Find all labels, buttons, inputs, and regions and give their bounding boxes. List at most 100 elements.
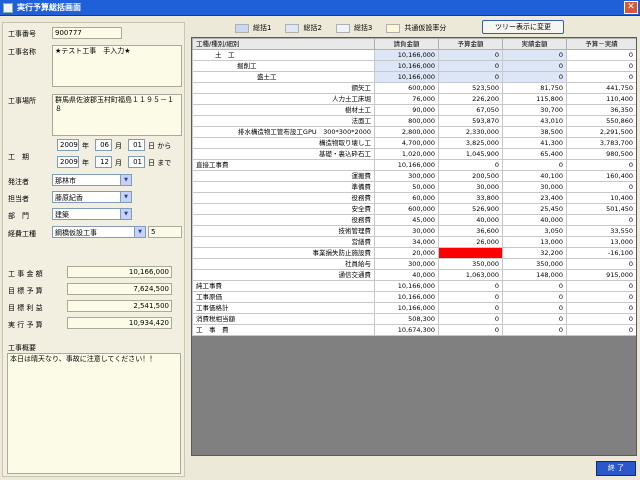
table-row[interactable]: 準備費 50,000 30,000 30,000 0 (192, 181, 636, 193)
row-value-cell[interactable]: 10,400 (566, 192, 636, 204)
row-value-cell[interactable]: 4,700,000 (374, 137, 439, 149)
to-day-field[interactable]: 01 (128, 156, 145, 168)
row-value-cell[interactable]: 33,800 (438, 192, 503, 204)
table-row[interactable]: 人力土工床堀 76,000 226,200 115,800 110,400 (192, 93, 636, 105)
koji-basho-field[interactable]: 群馬県佐波郡玉村町福島１１９５－１８ (52, 94, 182, 136)
row-value-cell[interactable]: 30,000 (374, 225, 439, 237)
table-row[interactable]: 盛土工 10,166,000 0 0 0 (192, 71, 636, 83)
row-value-cell[interactable]: 0 (502, 291, 567, 303)
table-row[interactable]: 純工事費 10,166,000 0 0 0 (192, 280, 636, 292)
row-value-cell[interactable]: 1,020,000 (374, 148, 439, 160)
row-value-cell[interactable]: 593,870 (438, 115, 503, 127)
row-value-cell[interactable]: 90,000 (374, 104, 439, 116)
koji-bango-field[interactable]: 900777 (52, 27, 122, 39)
row-value-cell[interactable]: 38,500 (502, 126, 567, 138)
column-header-contract[interactable]: 請負金額 (374, 38, 439, 50)
row-value-cell[interactable]: 0 (566, 60, 636, 72)
row-value-cell[interactable]: 10,166,000 (374, 291, 439, 303)
row-value-cell[interactable]: 16,100 (438, 247, 503, 259)
row-value-cell[interactable]: 0 (438, 291, 503, 303)
row-value-cell[interactable]: 600,000 (374, 203, 439, 215)
row-value-cell[interactable]: 3,050 (502, 225, 567, 237)
table-row[interactable]: 排水構造物工管布設工GPU 300*300*2000 2,800,000 2,330… (192, 126, 636, 138)
hatchusha-select[interactable]: 那林市 ▼ (52, 174, 132, 186)
row-value-cell[interactable]: 508,300 (374, 313, 439, 325)
table-row[interactable]: 法面工 800,000 593,870 43,010 550,860 (192, 115, 636, 127)
tantosha-select[interactable]: 藤原紀香 ▼ (52, 191, 132, 203)
from-year-field[interactable]: 2009 (57, 139, 79, 151)
row-value-cell[interactable]: 300,000 (374, 258, 439, 270)
row-value-cell[interactable]: 980,500 (566, 148, 636, 160)
row-value-cell[interactable]: 550,860 (566, 115, 636, 127)
row-value-cell[interactable]: 0 (502, 159, 567, 171)
row-value-cell[interactable]: 160,400 (566, 170, 636, 182)
row-value-cell[interactable]: 25,450 (502, 203, 567, 215)
row-value-cell[interactable]: 0 (502, 60, 567, 72)
row-value-cell[interactable]: 10,166,000 (374, 60, 439, 72)
table-row[interactable]: 基礎・裏込砕石工 1,020,000 1,045,900 65,400 980,500 (192, 148, 636, 160)
table-row[interactable]: 安全費 600,000 526,900 25,450 501,450 (192, 203, 636, 215)
from-day-field[interactable]: 01 (128, 139, 145, 151)
row-value-cell[interactable]: 10,674,300 (374, 324, 439, 336)
bumon-select[interactable]: 建築 ▼ (52, 208, 132, 220)
row-value-cell[interactable]: 0 (438, 313, 503, 325)
column-header-diff[interactable]: 予算－実績 (566, 38, 636, 50)
row-value-cell[interactable]: 30,000 (502, 181, 567, 193)
table-row[interactable]: 営繕費 34,000 26,000 13,000 13,000 (192, 236, 636, 248)
row-value-cell[interactable]: 0 (502, 71, 567, 83)
row-value-cell[interactable]: 200,500 (438, 170, 503, 182)
table-row[interactable]: 通信交通費 40,000 1,063,000 148,000 915,000 (192, 269, 636, 281)
row-value-cell[interactable]: 10,166,000 (374, 159, 439, 171)
row-value-cell[interactable]: 0 (566, 214, 636, 226)
row-value-cell[interactable]: 0 (438, 280, 503, 292)
row-value-cell[interactable]: 0 (502, 313, 567, 325)
row-value-cell[interactable]: 10,166,000 (374, 71, 439, 83)
gaiyo-textarea[interactable]: 本日は晴天なり、事故に注意してください！！ (7, 353, 181, 474)
row-value-cell[interactable]: 0 (566, 302, 636, 314)
row-value-cell[interactable]: 0 (566, 71, 636, 83)
close-button[interactable]: ✕ (624, 1, 638, 14)
row-value-cell[interactable]: 36,600 (438, 225, 503, 237)
chevron-down-icon[interactable]: ▼ (120, 192, 131, 202)
chevron-down-icon[interactable]: ▼ (120, 175, 131, 185)
row-value-cell[interactable]: 0 (566, 159, 636, 171)
row-value-cell[interactable]: 45,000 (374, 214, 439, 226)
row-value-cell[interactable]: 81,750 (502, 82, 567, 94)
row-value-cell[interactable]: 40,100 (502, 170, 567, 182)
row-value-cell[interactable]: 1,063,000 (438, 269, 503, 281)
row-value-cell[interactable]: 350,000 (502, 258, 567, 270)
row-value-cell[interactable]: 0 (438, 159, 503, 171)
tree-view-button[interactable]: ツリー表示に変更 (482, 20, 564, 34)
table-row[interactable]: 工事原価 10,166,000 0 0 0 (192, 291, 636, 303)
table-row[interactable]: 役務費 60,000 33,800 23,400 10,400 (192, 192, 636, 204)
row-value-cell[interactable]: 33,550 (566, 225, 636, 237)
row-value-cell[interactable]: 501,450 (566, 203, 636, 215)
row-value-cell[interactable]: 0 (438, 60, 503, 72)
row-value-cell[interactable]: 600,000 (374, 82, 439, 94)
row-value-cell[interactable]: 0 (438, 49, 503, 61)
row-value-cell[interactable]: 65,400 (502, 148, 567, 160)
row-value-cell[interactable]: 40,000 (374, 269, 439, 281)
row-value-cell[interactable]: 148,000 (502, 269, 567, 281)
row-value-cell[interactable]: 23,400 (502, 192, 567, 204)
end-button[interactable]: 終 了 (596, 461, 636, 476)
row-value-cell[interactable]: 0 (566, 258, 636, 270)
row-value-cell[interactable]: 43,010 (502, 115, 567, 127)
row-value-cell[interactable]: 10,166,000 (374, 49, 439, 61)
row-value-cell[interactable]: 115,800 (502, 93, 567, 105)
row-value-cell[interactable]: 0 (566, 291, 636, 303)
row-value-cell[interactable]: 0 (566, 324, 636, 336)
column-header-actual[interactable]: 実績金額 (502, 38, 567, 50)
table-row[interactable]: 役務費 45,000 40,000 40,000 0 (192, 214, 636, 226)
table-row[interactable]: 技術管理費 30,000 36,600 3,050 33,550 (192, 225, 636, 237)
table-row[interactable]: 掘削工 10,166,000 0 0 0 (192, 60, 636, 72)
table-row[interactable]: 土 工 10,166,000 0 0 0 (192, 49, 636, 61)
row-value-cell[interactable]: 441,750 (566, 82, 636, 94)
table-row[interactable]: 直接工事費 10,166,000 0 0 0 (192, 159, 636, 171)
row-value-cell[interactable]: 300,000 (374, 170, 439, 182)
row-value-cell[interactable]: 34,000 (374, 236, 439, 248)
row-value-cell[interactable]: 915,000 (566, 269, 636, 281)
column-header-name[interactable]: 工種/種別/細別 (192, 38, 375, 50)
to-year-field[interactable]: 2009 (57, 156, 79, 168)
row-value-cell[interactable]: 20,000 (374, 247, 439, 259)
